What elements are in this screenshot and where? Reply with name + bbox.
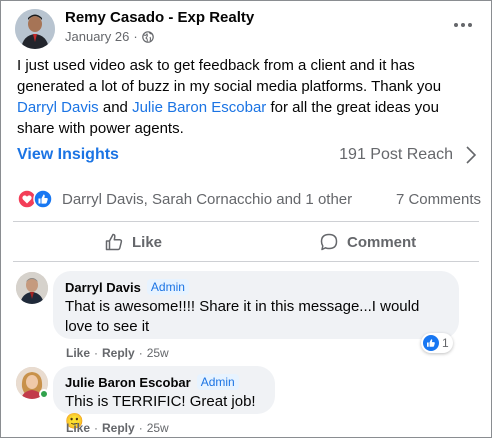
more-dot-icon [468,23,472,27]
mention-darryl-davis[interactable]: Darryl Davis [17,99,99,116]
post-reach[interactable]: 191 Post Reach [339,146,453,164]
more-dot-icon [454,23,458,27]
comment-bubble: Darryl Davis Admin That is awesome!!!! S… [53,271,459,339]
post-card: Remy Casado - Exp Realty January 26 · I … [0,0,492,438]
post-text-1: I just used video ask to get feedback fr… [17,57,442,95]
actions-separator: · [94,421,99,435]
more-options-button[interactable] [451,15,475,35]
globe-icon[interactable] [141,30,154,43]
mention-julie-baron-escobar[interactable]: Julie Baron Escobar [132,99,266,116]
actions-separator: · [138,346,143,360]
comment-bubble-icon [320,233,338,251]
comment-actions: Like · Reply · 25w [66,421,169,435]
like-icon [33,189,53,209]
comment-actions: Like · Reply · 25w [66,346,169,360]
comment-reply-link[interactable]: Reply [102,346,135,360]
like-button[interactable]: Like [104,227,162,257]
reaction-count: 1 [442,336,449,350]
author-avatar[interactable] [15,9,55,49]
comment-time[interactable]: 25w [147,346,169,360]
like-button-label: Like [132,233,163,251]
view-insights-link[interactable]: View Insights [17,146,119,164]
comment-bubble: Julie Baron Escobar Admin This is TERRIF… [53,366,275,430]
comment-like-link[interactable]: Like [66,346,90,360]
comment-like-link[interactable]: Like [66,421,90,435]
more-dot-icon [461,23,465,27]
comment-text: That is awesome!!!! Share it in this mes… [65,298,420,335]
commenter-name[interactable]: Darryl Davis [65,280,141,295]
comment-text-body: This is TERRIFIC! Great job! [65,393,256,410]
comment-button-label: Comment [347,233,417,251]
reaction-names[interactable]: Darryl Davis, Sarah Cornacchio and 1 oth… [62,191,352,208]
comments-count[interactable]: 7 Comments [396,191,481,208]
admin-badge: Admin [196,374,239,390]
meta-separator: · [133,29,138,44]
like-icon [423,335,439,351]
comment-reaction-count[interactable]: 1 [421,333,453,353]
post-text-2: and [98,99,133,116]
commenter-avatar[interactable] [16,272,48,304]
comment-button[interactable]: Comment [319,227,416,257]
thumbs-up-icon [105,233,123,251]
actions-separator: · [94,346,99,360]
chevron-right-icon[interactable] [463,144,479,166]
comment-reply-link[interactable]: Reply [102,421,135,435]
post-body: I just used video ask to get feedback fr… [17,55,477,139]
post-date[interactable]: January 26 [65,29,129,44]
reaction-icons[interactable] [17,189,57,209]
admin-badge: Admin [146,279,189,295]
comment-time[interactable]: 25w [147,421,169,435]
online-status-indicator [39,389,49,399]
divider [13,221,479,222]
actions-separator: · [138,421,143,435]
commenter-name[interactable]: Julie Baron Escobar [65,375,191,390]
post-meta: January 26 · [65,29,154,44]
divider [13,261,479,262]
post-author-name[interactable]: Remy Casado - Exp Realty [65,9,254,26]
